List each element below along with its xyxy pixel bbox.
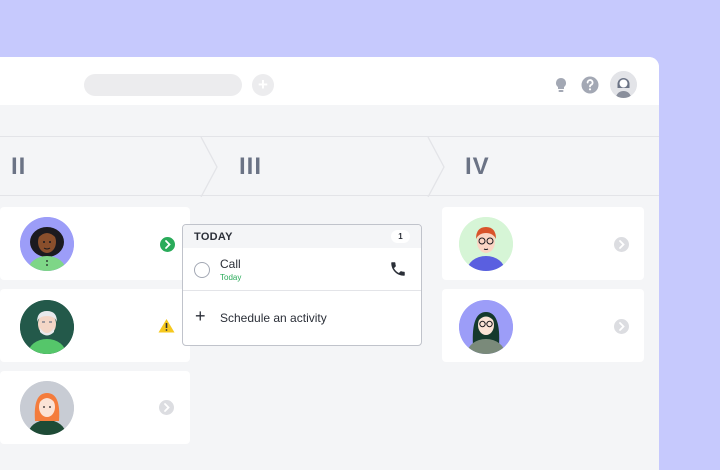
stage-separator-chevron	[427, 137, 445, 197]
activity-date: Today	[220, 273, 242, 282]
schedule-activity-button[interactable]: + Schedule an activity	[183, 291, 421, 345]
user-avatar-icon	[610, 71, 637, 98]
mark-done-checkbox[interactable]	[194, 262, 210, 278]
quick-add-button[interactable]: +	[252, 74, 274, 96]
stage-separator-chevron	[200, 137, 218, 197]
no-activity-status-icon[interactable]	[614, 319, 629, 334]
deal-card[interactable]	[442, 207, 644, 280]
plus-icon: +	[195, 306, 206, 326]
user-avatar[interactable]	[610, 71, 637, 98]
pipeline-stages-header: II III IV	[0, 136, 659, 197]
activity-popup: TODAY 1 Call Today + Schedule an activit…	[182, 224, 422, 346]
popup-title: TODAY	[194, 231, 233, 243]
lightbulb-icon[interactable]	[551, 75, 571, 95]
person-dark-long-hair-glasses-avatar	[459, 300, 513, 354]
person-dark-curly-hair-avatar	[20, 217, 74, 271]
popup-header: TODAY 1	[183, 225, 421, 248]
phone-icon	[391, 262, 405, 276]
stage-label-iv: IV	[465, 153, 490, 180]
warning-icon[interactable]	[158, 318, 175, 333]
deal-card[interactable]	[0, 289, 190, 362]
help-icon[interactable]	[580, 75, 600, 95]
activity-count-badge: 1	[391, 230, 410, 243]
schedule-activity-label: Schedule an activity	[220, 311, 327, 325]
person-white-hair-beard-avatar	[20, 300, 74, 354]
next-activity-status-icon[interactable]	[160, 237, 175, 252]
stage-label-iii: III	[239, 153, 263, 180]
activity-item[interactable]: Call Today	[183, 248, 421, 291]
deal-card[interactable]	[0, 207, 190, 280]
activity-name: Call	[220, 257, 241, 271]
deal-card[interactable]	[442, 289, 644, 362]
no-activity-status-icon[interactable]	[159, 400, 174, 415]
person-orange-hair-avatar	[20, 381, 74, 435]
deal-card[interactable]	[0, 371, 190, 444]
no-activity-status-icon[interactable]	[614, 237, 629, 252]
search-input[interactable]	[84, 74, 242, 96]
top-bar: +	[0, 57, 659, 105]
stage-label-ii: II	[11, 153, 27, 180]
person-glasses-red-hair-avatar	[459, 217, 513, 271]
